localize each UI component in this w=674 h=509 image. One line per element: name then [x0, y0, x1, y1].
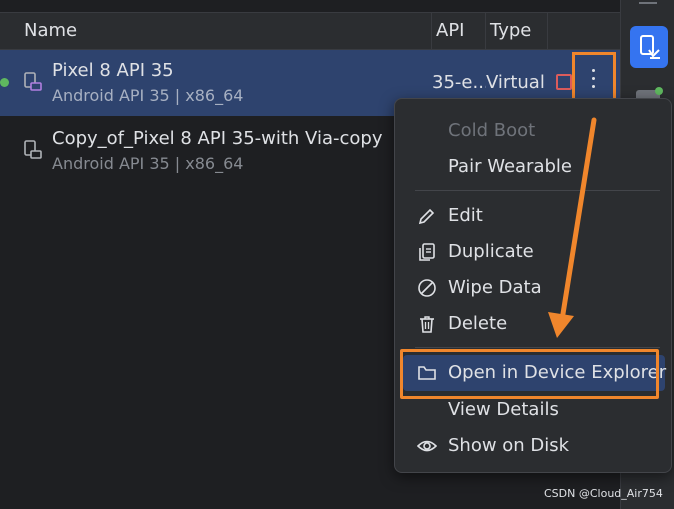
device-subtitle: Android API 35 | x86_64 — [52, 86, 244, 105]
device-type: Virtual — [486, 72, 545, 93]
menu-item-label: Pair Wearable — [448, 156, 572, 177]
menu-separator — [415, 190, 660, 191]
column-header-type[interactable]: Type — [486, 13, 548, 49]
menu-item-label: Delete — [448, 313, 508, 334]
running-status-dot — [0, 78, 9, 87]
menu-item-label: Duplicate — [448, 241, 534, 262]
menu-item-duplicate[interactable]: Duplicate — [403, 235, 665, 269]
eye-icon — [417, 440, 437, 452]
menu-item-delete[interactable]: Delete — [403, 307, 665, 341]
device-name: Pixel 8 API 35 — [52, 60, 174, 81]
menu-item-show-on-disk[interactable]: Show on Disk — [403, 429, 665, 463]
device-context-menu: Cold Boot Pair Wearable Edit Duplicate W… — [394, 98, 672, 473]
device-table-header: Name API Type — [0, 12, 620, 50]
device-api: 35-e... — [432, 72, 486, 93]
trash-icon — [420, 316, 434, 333]
duplicate-icon — [419, 243, 435, 261]
stop-device-button[interactable] — [556, 74, 572, 90]
device-manager-icon — [640, 35, 660, 59]
menu-item-cold-boot[interactable]: Cold Boot — [403, 114, 665, 148]
menu-item-label: Show on Disk — [448, 435, 570, 456]
device-name: Copy_of_Pixel 8 API 35-with Via-copy — [52, 128, 383, 149]
pencil-icon — [418, 208, 435, 225]
annotation-highlight-box — [400, 349, 659, 399]
menu-item-label: Edit — [448, 205, 483, 226]
menu-item-edit[interactable]: Edit — [403, 199, 665, 233]
tool-window-icon[interactable] — [639, 0, 657, 4]
virtual-device-icon — [24, 72, 42, 91]
column-header-api[interactable]: API — [432, 13, 486, 49]
menu-item-label: Wipe Data — [448, 277, 542, 298]
device-subtitle: Android API 35 | x86_64 — [52, 154, 244, 173]
menu-separator — [415, 347, 660, 348]
menu-item-wipe-data[interactable]: Wipe Data — [403, 271, 665, 305]
watermark-text: CSDN @Cloud_Air754 — [544, 487, 663, 500]
more-vertical-icon — [592, 69, 596, 91]
column-header-name[interactable]: Name — [20, 13, 432, 49]
device-manager-tool-button[interactable] — [630, 26, 668, 68]
menu-item-label: Cold Boot — [448, 120, 536, 141]
virtual-device-icon — [24, 140, 42, 159]
menu-item-pair-wearable[interactable]: Pair Wearable — [403, 150, 665, 184]
wipe-icon — [418, 279, 436, 297]
device-manager-window: Name API Type Pixel 8 API 35 Android API… — [0, 0, 674, 509]
